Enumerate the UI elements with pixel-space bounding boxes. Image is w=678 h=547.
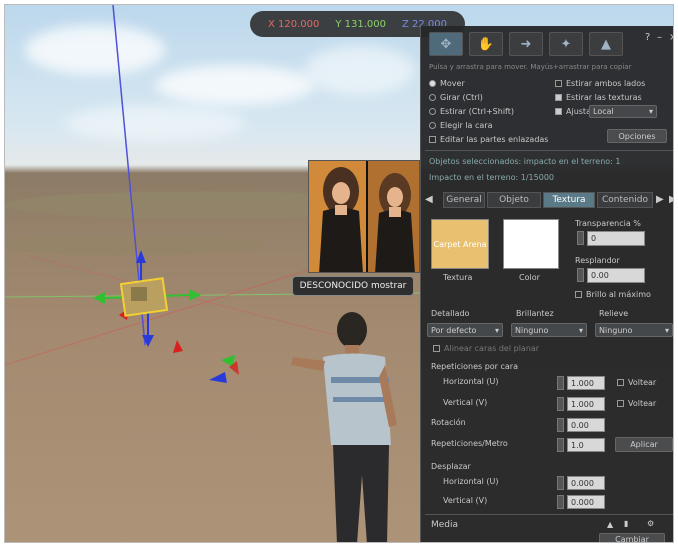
- rotation-input[interactable]: 0.00: [567, 418, 605, 432]
- media-add-icon[interactable]: ▲: [607, 520, 613, 529]
- transparency-label: Transparencia %: [575, 219, 641, 228]
- selected-objects-info: Objetos seleccionados: impacto en el ter…: [429, 157, 621, 166]
- repeats-label: Repeticiones por cara: [431, 362, 518, 371]
- coord-x: X 120.000: [267, 18, 320, 30]
- build-floater: ✥ ✋ ➜ ✦ ▲ ? – × Pulsa y arrastra para mo…: [420, 26, 673, 542]
- shininess-select[interactable]: Ninguno: [511, 323, 587, 337]
- mode-stretch[interactable]: Estirar (Ctrl+Shift): [429, 107, 514, 116]
- offset-horizontal-spinner[interactable]: [557, 476, 564, 490]
- rotation-spinner[interactable]: [557, 418, 564, 432]
- portrait-left: [319, 167, 363, 272]
- land-tool-icon[interactable]: ▲: [589, 32, 623, 56]
- tab-content[interactable]: Contenido: [597, 192, 653, 208]
- avatar[interactable]: [291, 312, 397, 543]
- tab-scroll-left-icon[interactable]: ◀: [425, 194, 433, 205]
- align-planar-checkbox[interactable]: Alinear caras del planar: [433, 344, 539, 353]
- mode-select-face[interactable]: Elegir la cara: [429, 121, 493, 130]
- flip-u-checkbox[interactable]: Voltear: [617, 378, 656, 387]
- edit-linked-checkbox[interactable]: Editar las partes enlazadas: [429, 135, 548, 144]
- tab-object[interactable]: Objeto: [487, 192, 541, 208]
- repeats-per-meter-label: Repeticiones/Metro: [431, 439, 508, 448]
- color-swatch[interactable]: [503, 219, 559, 269]
- help-button[interactable]: ?: [645, 32, 650, 43]
- close-button[interactable]: ×: [669, 32, 673, 43]
- coord-y: Y 131.000: [335, 18, 386, 30]
- mode-move[interactable]: Mover: [429, 79, 465, 88]
- transparency-input[interactable]: 0: [587, 231, 645, 246]
- media-change-button[interactable]: Cambiar: [599, 533, 665, 542]
- rotation-label: Rotación: [431, 418, 466, 427]
- vertical-v-input[interactable]: 1.000: [567, 397, 605, 411]
- edit-tool-icon[interactable]: ➜: [509, 32, 543, 56]
- fullbright-checkbox[interactable]: Brillo al máximo: [575, 290, 651, 299]
- texture-snapshot-preview: [308, 160, 420, 273]
- focus-tool-icon[interactable]: ✥: [429, 32, 463, 56]
- flip-v-checkbox[interactable]: Voltear: [617, 399, 656, 408]
- minimize-button[interactable]: –: [657, 32, 662, 43]
- mapping-label: Detallado: [431, 309, 470, 318]
- repeats-per-meter-spinner[interactable]: [557, 438, 564, 452]
- tab-list-icon[interactable]: ▶: [669, 194, 673, 205]
- mapping-select[interactable]: Por defecto: [427, 323, 503, 337]
- repeats-per-meter-input[interactable]: 1.0: [567, 438, 605, 452]
- grid-options-button[interactable]: Opciones: [607, 129, 667, 143]
- land-impact-info: Impacto en el terreno: 1/15000: [429, 173, 555, 182]
- offset-vertical-input[interactable]: 0.000: [567, 495, 605, 509]
- offset-vertical-spinner[interactable]: [557, 495, 564, 509]
- tab-scroll-right-icon[interactable]: ▶: [656, 194, 664, 205]
- glow-spinner[interactable]: [577, 268, 584, 282]
- viewer-window: X 120.000 Y 131.000 Z 22.000 DESCONOCIDO…: [4, 4, 674, 543]
- glow-input[interactable]: 0.00: [587, 268, 645, 283]
- create-tool-icon[interactable]: ✦: [549, 32, 583, 56]
- portrait-right: [375, 173, 415, 272]
- media-label: Media: [431, 520, 459, 530]
- texture-label: Textura: [443, 273, 473, 282]
- vertical-v-label: Vertical (V): [443, 398, 488, 407]
- color-label: Color: [519, 273, 540, 282]
- stretch-textures-checkbox[interactable]: Estirar las texturas: [555, 93, 642, 102]
- offset-vertical-label: Vertical (V): [443, 496, 488, 505]
- stretch-both-checkbox[interactable]: Estirar ambos lados: [555, 79, 645, 88]
- move-tool-icon[interactable]: ✋: [469, 32, 503, 56]
- apply-button[interactable]: Aplicar: [615, 437, 673, 452]
- vertical-v-spinner[interactable]: [557, 397, 564, 411]
- bumpiness-label: Relieve: [599, 309, 629, 318]
- offset-horizontal-label: Horizontal (U): [443, 477, 499, 486]
- media-delete-icon[interactable]: ▮: [624, 519, 628, 528]
- transparency-spinner[interactable]: [577, 231, 584, 245]
- offset-horizontal-input[interactable]: 0.000: [567, 476, 605, 490]
- grid-mode-select[interactable]: Local: [589, 105, 657, 118]
- texture-swatch[interactable]: Carpet Arena: [431, 219, 489, 269]
- horizontal-u-input[interactable]: 1.000: [567, 376, 605, 390]
- horizontal-u-label: Horizontal (U): [443, 377, 499, 386]
- mode-rotate[interactable]: Girar (Ctrl): [429, 93, 483, 102]
- tab-texture[interactable]: Textura: [543, 192, 595, 208]
- shininess-label: Brillantez: [516, 309, 554, 318]
- move-gizmo[interactable]: [93, 250, 239, 383]
- glow-label: Resplandor: [575, 256, 620, 265]
- tab-general[interactable]: General: [443, 192, 485, 208]
- snapshot-tooltip: DESCONOCIDO mostrar: [292, 276, 414, 296]
- horizontal-u-spinner[interactable]: [557, 376, 564, 390]
- panel-hint: Pulsa y arrastra para mover. Mayús+arras…: [429, 63, 632, 71]
- bumpiness-select[interactable]: Ninguno: [595, 323, 673, 337]
- offset-label: Desplazar: [431, 462, 471, 471]
- media-settings-icon[interactable]: ⚙: [647, 519, 654, 528]
